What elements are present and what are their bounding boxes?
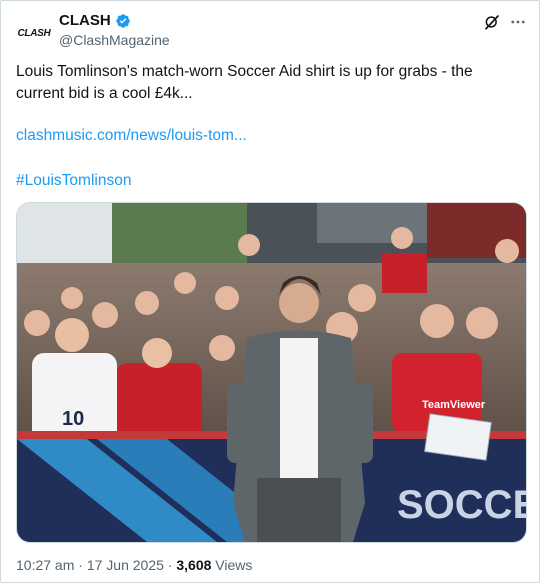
tweet-photo[interactable]: TeamViewer 10 SOCCEI xyxy=(16,202,527,543)
author-handle[interactable]: @ClashMagazine xyxy=(59,32,170,48)
avatar[interactable]: CLASH xyxy=(15,19,53,47)
views-count: 3,608 xyxy=(176,557,212,573)
tweet-meta: 10:27 am · 17 Jun 2025 · 3,608 Views xyxy=(16,557,252,573)
verified-badge-icon xyxy=(115,13,130,28)
tweet-text: Louis Tomlinson's match-worn Soccer Aid … xyxy=(16,63,473,102)
more-icon[interactable] xyxy=(509,13,527,31)
banner-text: SOCCEI xyxy=(397,483,526,527)
tweet-date[interactable]: 17 Jun 2025 xyxy=(87,557,164,573)
grok-icon[interactable] xyxy=(483,13,501,31)
avatar-logo-text: CLASH xyxy=(17,27,51,39)
sponsor-text: TeamViewer xyxy=(422,399,486,411)
tweet-time[interactable]: 10:27 am xyxy=(16,557,74,573)
meta-separator: · xyxy=(167,557,173,573)
hashtag-link[interactable]: #LouisTomlinson xyxy=(16,170,521,192)
shirt-number-text: 10 xyxy=(62,408,84,430)
display-name[interactable]: CLASH xyxy=(59,12,111,29)
views-label: Views xyxy=(215,557,253,573)
tweet-link[interactable]: clashmusic.com/news/louis-tom... xyxy=(16,125,521,147)
photo-scene: TeamViewer 10 SOCCEI xyxy=(17,203,526,542)
meta-separator: · xyxy=(78,557,83,573)
author-name-row[interactable]: CLASH xyxy=(59,12,131,29)
tweet-card[interactable]: CLASH CLASH @ClashMagazine Louis Tomlins… xyxy=(0,0,540,583)
